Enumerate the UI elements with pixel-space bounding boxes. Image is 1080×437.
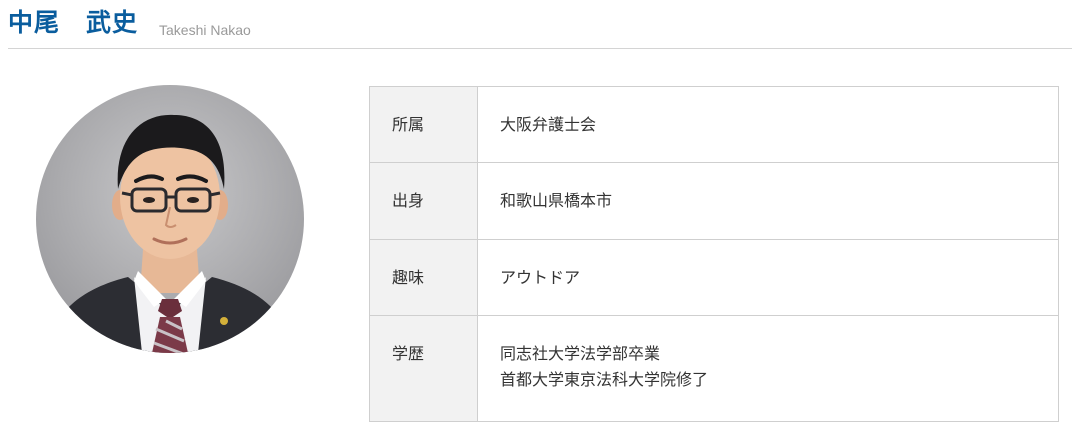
value-line: アウトドア (500, 267, 581, 287)
profile-header: 中尾 武史 Takeshi Nakao (8, 0, 1072, 49)
value-line: 首都大学東京法科大学院修了 (500, 370, 709, 389)
row-label-hobby: 趣味 (369, 239, 478, 316)
row-label-hometown: 出身 (369, 162, 478, 240)
row-label-affiliation: 所属 (369, 86, 478, 163)
table-row: 趣味 アウトドア (369, 239, 1059, 316)
value-line: 和歌山県橋本市 (500, 191, 613, 210)
profile-table: 所属 大阪弁護士会 出身 和歌山県橋本市 趣味 アウトドア 学歴 同志社大学法学… (369, 86, 1059, 422)
row-value-hometown: 和歌山県橋本市 (477, 162, 1059, 240)
table-row: 所属 大阪弁護士会 (369, 86, 1059, 163)
value-line: 大阪弁護士会 (500, 114, 597, 134)
row-label-education: 学歴 (369, 315, 478, 422)
row-value-hobby: アウトドア (477, 239, 1059, 316)
table-row: 学歴 同志社大学法学部卒業 首都大学東京法科大学院修了 (369, 315, 1059, 422)
profile-name-japanese: 中尾 武史 (8, 8, 139, 37)
value-line: 同志社大学法学部卒業 (500, 344, 661, 363)
row-value-affiliation: 大阪弁護士会 (477, 86, 1059, 163)
table-row: 出身 和歌山県橋本市 (369, 162, 1059, 240)
profile-photo (36, 85, 304, 353)
portrait-illustration (46, 114, 294, 353)
profile-name-romaji: Takeshi Nakao (159, 22, 251, 38)
row-value-education: 同志社大学法学部卒業 首都大学東京法科大学院修了 (477, 315, 1059, 422)
